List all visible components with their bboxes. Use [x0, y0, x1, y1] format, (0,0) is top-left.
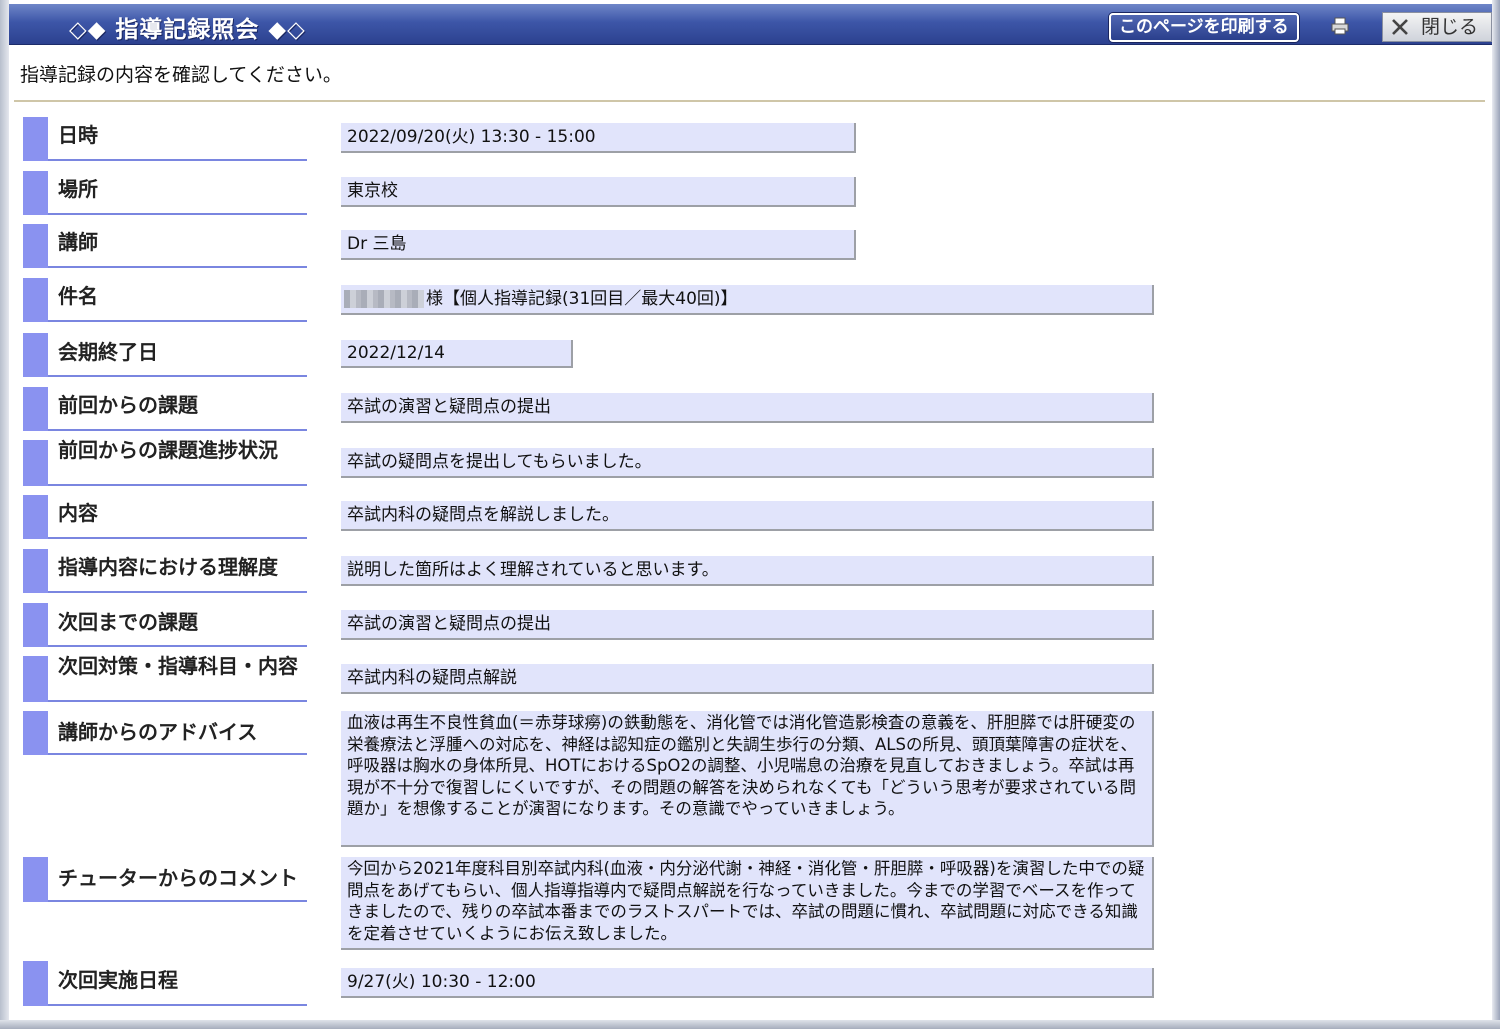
label-instructor: 講師	[23, 224, 307, 268]
subject-text: 様【個人指導記録(31回目／最大40回)】	[426, 289, 738, 309]
redacted-name	[344, 290, 424, 308]
window-right-edge	[1492, 0, 1500, 1029]
value-instructor-advice: 血液は再生不良性貧血(＝赤芽球癆)の鉄動態を、消化管では消化管造影検査の意義を、…	[341, 711, 1154, 847]
window-title: ◇◆ 指導記録照会 ◆◇	[69, 17, 306, 43]
close-button-label: 閉じる	[1421, 16, 1479, 38]
value-subject: 様【個人指導記録(31回目／最大40回)】	[341, 285, 1154, 315]
label-content: 内容	[23, 495, 307, 539]
label-text: 日時	[58, 123, 98, 147]
value-datetime: 2022/09/20(火) 13:30 - 15:00	[341, 123, 856, 153]
label-marker	[23, 278, 48, 322]
label-text: チューターからのコメント	[58, 866, 298, 890]
value-location: 東京校	[341, 177, 856, 207]
value-next-schedule: 9/27(火) 10:30 - 12:00	[341, 968, 1154, 998]
value-task-progress: 卒試の疑問点を提出してもらいました。	[341, 448, 1154, 478]
title-bar: ◇◆ 指導記録照会 ◆◇ このページを印刷する 閉じる	[9, 4, 1492, 45]
label-instructor-advice: 講師からのアドバイス	[23, 711, 307, 755]
label-tutor-comment: チューターからのコメント	[23, 857, 307, 902]
label-next-task: 次回までの課題	[23, 603, 307, 647]
label-text: 次回実施日程	[58, 968, 178, 992]
label-datetime: 日時	[23, 117, 307, 161]
header-divider	[14, 100, 1485, 102]
label-previous-task: 前回からの課題	[23, 387, 307, 431]
label-text: 次回までの課題	[58, 610, 198, 634]
label-subject: 件名	[23, 278, 307, 322]
value-instructor: Dr 三島	[341, 230, 856, 260]
value-content: 卒試内科の疑問点を解説しました。	[341, 501, 1154, 531]
value-previous-task: 卒試の演習と疑問点の提出	[341, 393, 1154, 423]
label-marker	[23, 171, 48, 215]
label-marker	[23, 549, 48, 593]
label-text: 内容	[58, 501, 98, 525]
label-marker	[23, 603, 48, 647]
window-bottom-edge	[0, 1020, 1500, 1029]
label-marker	[23, 656, 48, 702]
label-text: 場所	[58, 177, 98, 201]
label-task-progress: 前回からの課題進捗状況	[23, 440, 307, 486]
window-left-edge	[0, 0, 9, 1029]
label-text: 前回からの課題	[58, 393, 198, 417]
label-term-end: 会期終了日	[23, 333, 307, 377]
value-next-plan: 卒試内科の疑問点解説	[341, 664, 1154, 694]
label-text: 指導内容における理解度	[58, 555, 278, 579]
label-understanding: 指導内容における理解度	[23, 549, 307, 593]
print-page-button[interactable]: このページを印刷する	[1109, 13, 1299, 42]
close-icon	[1392, 19, 1408, 35]
label-marker	[23, 387, 48, 431]
label-location: 場所	[23, 171, 307, 215]
label-marker	[23, 117, 48, 161]
label-text: 講師	[58, 230, 98, 254]
label-marker	[23, 495, 48, 539]
label-marker	[23, 333, 48, 377]
record-window: ◇◆ 指導記録照会 ◆◇ このページを印刷する 閉じる 指導記録の内容を確認して…	[0, 0, 1500, 1029]
close-button[interactable]: 閉じる	[1382, 12, 1492, 42]
printer-icon[interactable]	[1331, 17, 1349, 35]
label-marker	[23, 440, 48, 486]
value-next-task: 卒試の演習と疑問点の提出	[341, 610, 1154, 640]
label-marker	[23, 224, 48, 268]
label-text: 次回対策・指導科目・内容	[58, 654, 298, 678]
label-marker	[23, 857, 48, 902]
value-term-end: 2022/12/14	[341, 340, 573, 368]
label-text: 講師からのアドバイス	[58, 720, 258, 744]
label-marker	[23, 961, 48, 1006]
instruction-text: 指導記録の内容を確認してください。	[20, 64, 342, 86]
value-understanding: 説明した箇所はよく理解されていると思います。	[341, 556, 1154, 586]
label-text: 会期終了日	[58, 340, 158, 364]
label-text: 件名	[58, 284, 98, 308]
value-tutor-comment: 今回から2021年度科目別卒試内科(血液・内分泌代謝・神経・消化管・肝胆膵・呼吸…	[341, 857, 1154, 950]
label-next-schedule: 次回実施日程	[23, 961, 307, 1006]
label-marker	[23, 711, 48, 755]
label-next-plan: 次回対策・指導科目・内容	[23, 656, 307, 702]
label-text: 前回からの課題進捗状況	[58, 438, 278, 462]
